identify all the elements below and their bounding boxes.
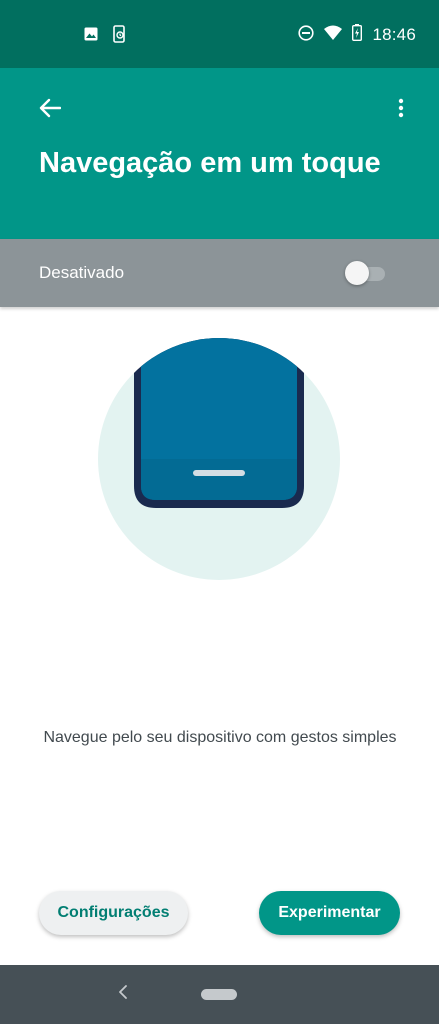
back-button[interactable]: [30, 95, 70, 125]
battery-charging-icon: [352, 24, 363, 46]
toggle-thumb: [345, 261, 369, 285]
feature-toggle-row[interactable]: Desativado: [0, 239, 439, 307]
status-bar-notifications: [84, 25, 126, 48]
try-button[interactable]: Experimentar: [259, 891, 400, 935]
system-navigation-bar: [0, 965, 439, 1024]
nav-back-button[interactable]: [113, 983, 133, 1005]
do-not-disturb-icon: [298, 24, 315, 46]
image-icon: [84, 27, 98, 46]
toggle-status-label: Desativado: [39, 263, 125, 282]
settings-button[interactable]: Configurações: [39, 891, 188, 935]
clock: 18:46: [372, 25, 416, 44]
arrow-back-icon: [39, 98, 62, 123]
gesture-pill: [193, 470, 245, 476]
phone-illustration-icon: [98, 338, 340, 580]
nav-home-pill-icon[interactable]: [201, 989, 237, 1000]
nav-back-icon: [118, 984, 128, 1004]
feature-toggle-switch[interactable]: [345, 261, 385, 285]
page-title: Navegação em um toque: [39, 147, 381, 179]
gesture-illustration: [96, 336, 342, 582]
app-bar: Navegação em um toque: [0, 68, 439, 239]
more-vert-icon: [398, 98, 404, 123]
feature-description: Navegue pelo seu dispositivo com gestos …: [43, 729, 397, 746]
status-bar-system: 18:46: [298, 24, 416, 46]
status-bar: 18:46: [0, 0, 439, 68]
phone-sync-icon: [112, 25, 126, 48]
wifi-icon: [324, 25, 343, 45]
more-options-button[interactable]: [391, 95, 411, 125]
